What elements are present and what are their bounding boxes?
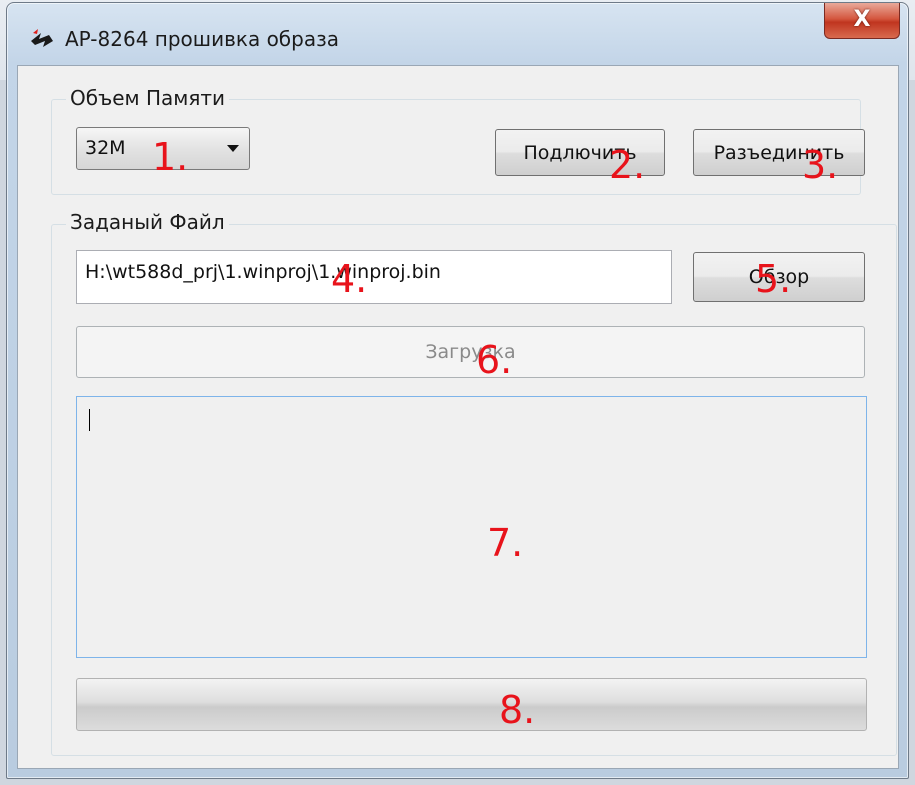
file-path-input[interactable]: H:\wt588d_prj\1.winproj\1.winproj.bin: [76, 250, 672, 304]
annotation-5: 5.: [755, 257, 792, 301]
window-title: AP-8264 прошивка образа: [65, 27, 339, 51]
disconnect-button[interactable]: Разъединить: [693, 129, 865, 176]
annotation-2: 2.: [609, 143, 646, 187]
log-output[interactable]: [76, 396, 867, 658]
annotation-3: 3.: [802, 143, 839, 187]
app-logo-icon: [31, 29, 53, 47]
client-area: Объем Памяти 32M Подлючить Разъединить З…: [17, 65, 899, 769]
file-group-label: Заданый Файл: [66, 210, 229, 234]
upload-button[interactable]: Загрузка: [76, 326, 865, 378]
annotation-4: 4.: [331, 257, 368, 301]
annotation-8: 8.: [499, 688, 536, 732]
progress-bar: [76, 678, 867, 731]
close-icon: X: [853, 7, 871, 32]
app-window: AP-8264 прошивка образа X Объем Памяти 3…: [6, 2, 909, 779]
annotation-6: 6.: [476, 338, 513, 382]
text-caret: [89, 409, 90, 431]
memory-group-label: Объем Памяти: [66, 86, 230, 110]
annotation-1: 1.: [152, 135, 189, 179]
file-path-value: H:\wt588d_prj\1.winproj\1.winproj.bin: [85, 261, 441, 283]
chevron-down-icon: [227, 145, 239, 152]
memory-size-value: 32M: [85, 137, 126, 159]
annotation-7: 7.: [487, 521, 524, 565]
close-button[interactable]: X: [824, 3, 900, 39]
title-bar[interactable]: AP-8264 прошивка образа X: [7, 3, 908, 65]
